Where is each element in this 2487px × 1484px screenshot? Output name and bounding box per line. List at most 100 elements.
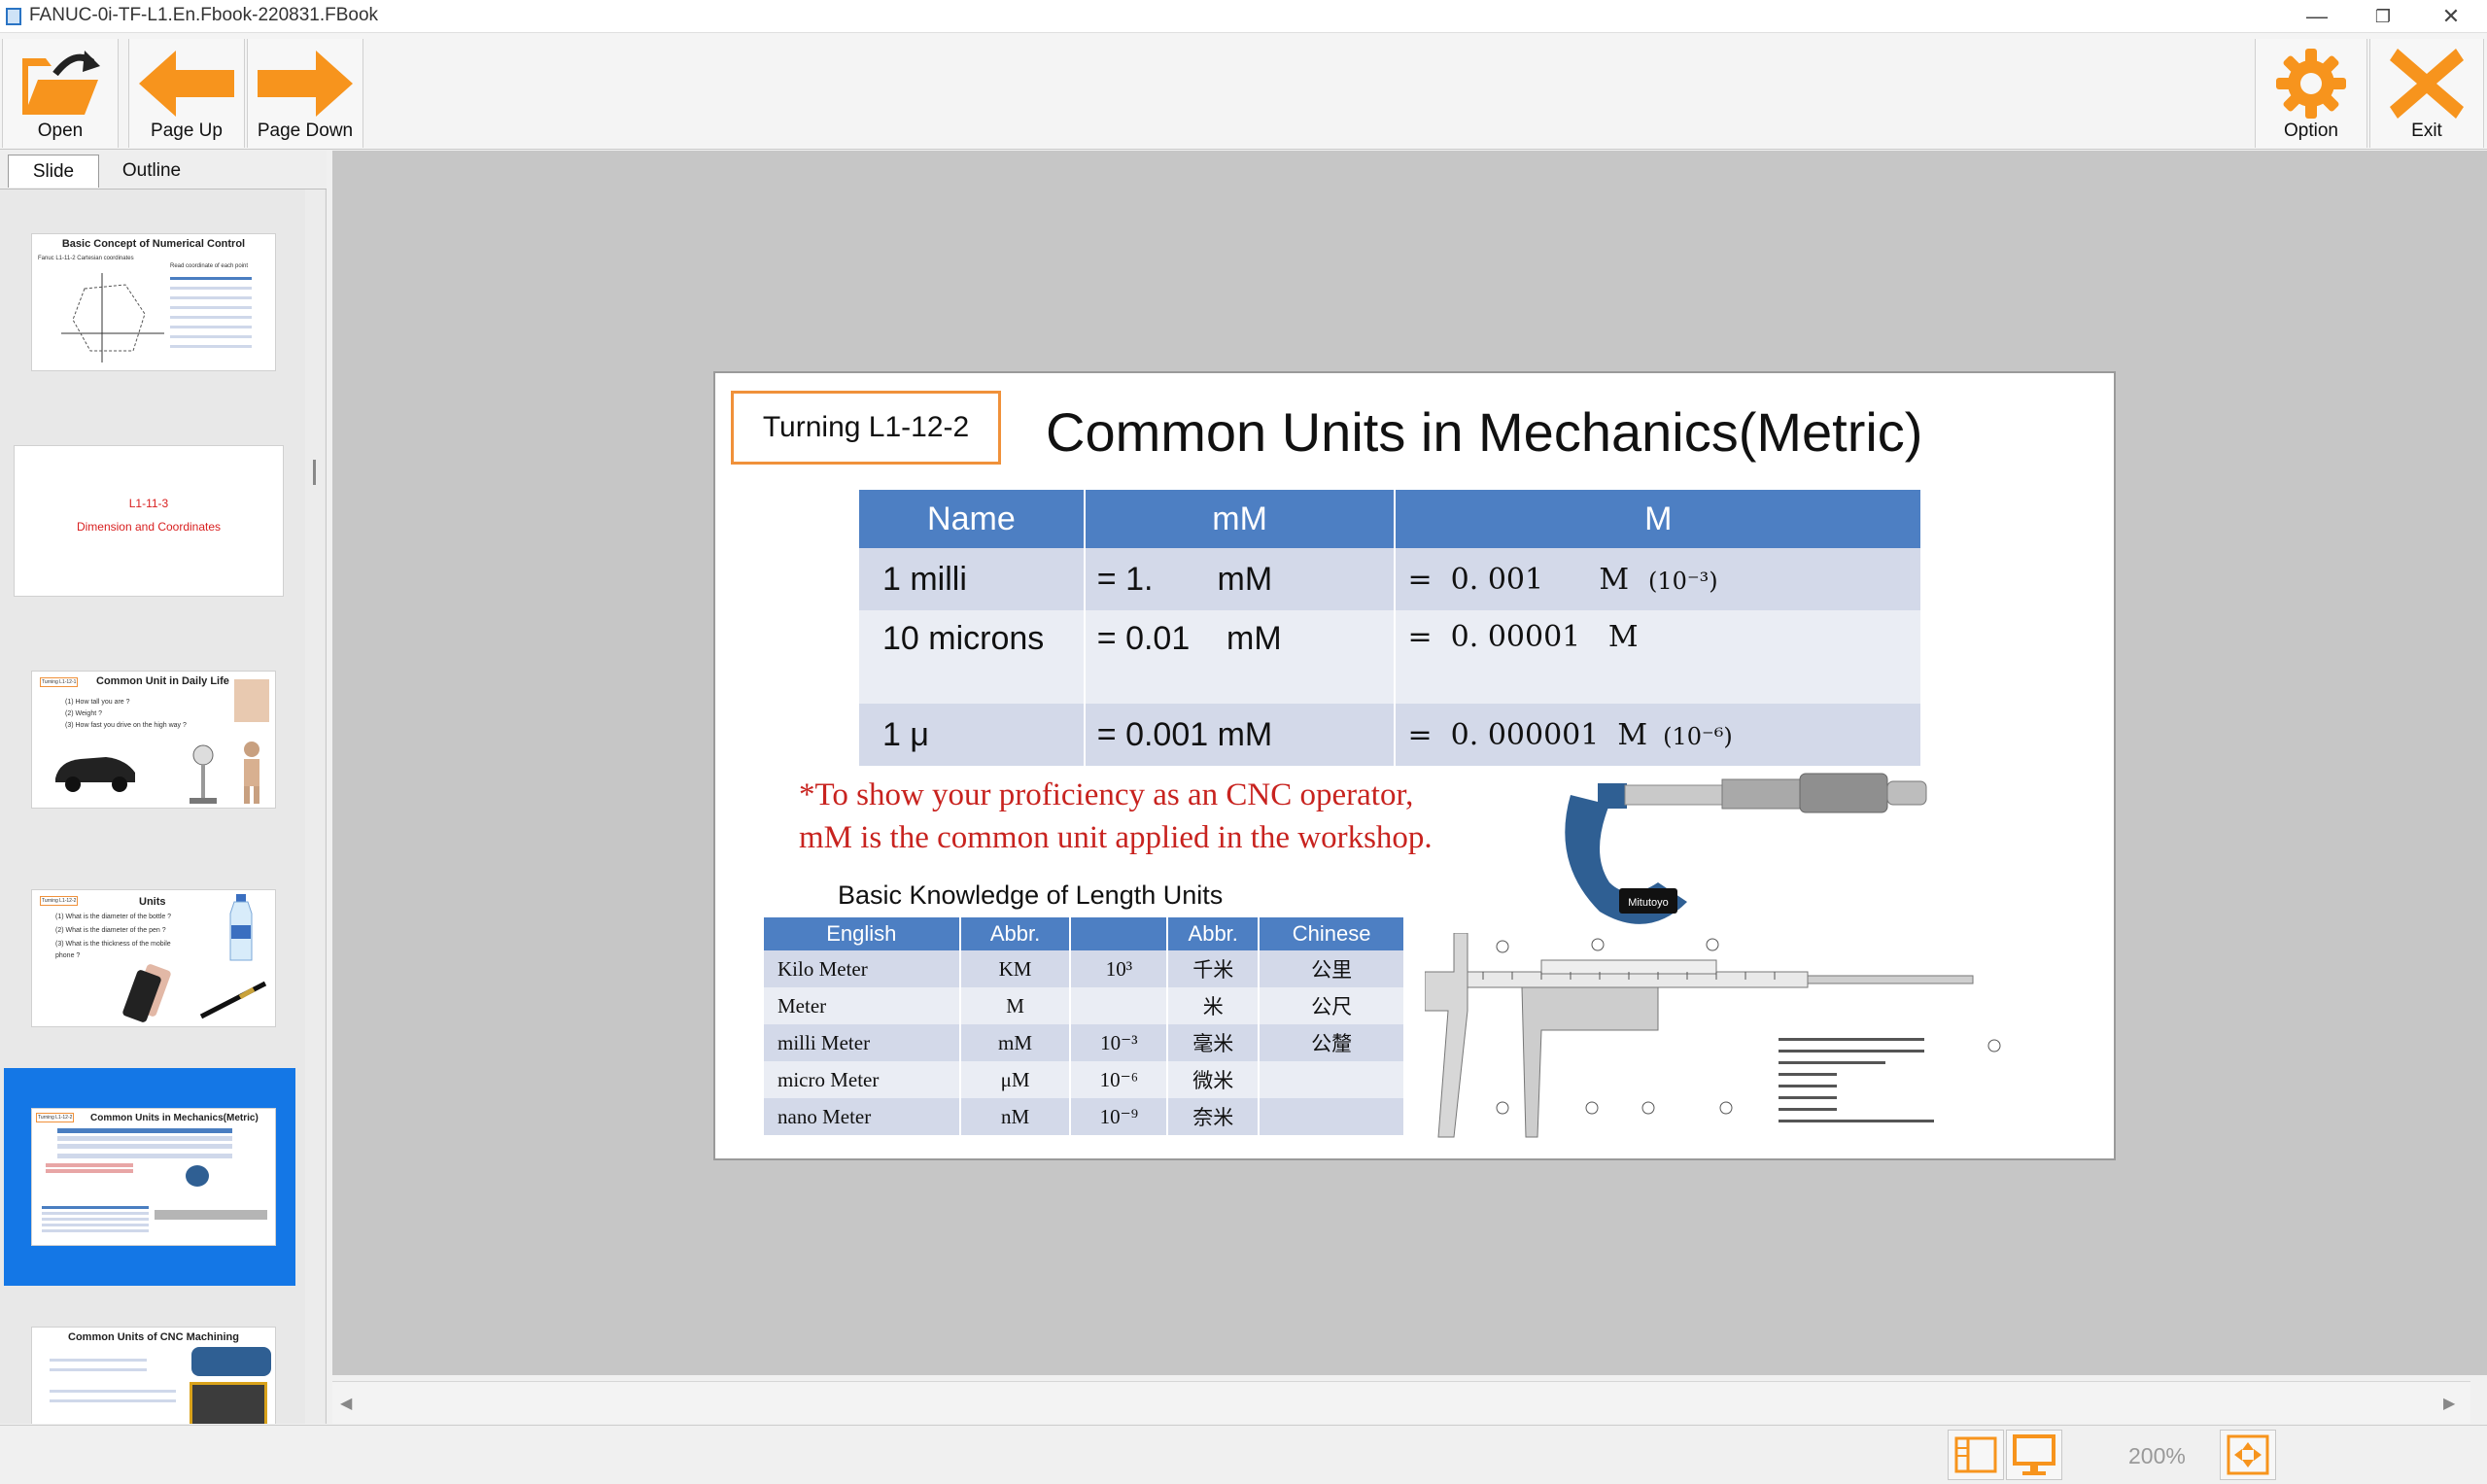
cell-exponent: (10⁻⁶) xyxy=(1663,722,1733,750)
thumb-title: Units xyxy=(139,896,166,908)
vernier-caliper-image xyxy=(1425,933,2001,1138)
page-up-label: Page Up xyxy=(151,121,223,141)
thumb-table-row xyxy=(170,335,252,338)
panel-tabs: Slide Outline xyxy=(0,151,327,190)
cell-abbr-chinese: 千米 xyxy=(1167,950,1261,987)
page-up-button[interactable]: Page Up xyxy=(128,39,245,148)
table-row: Meter M 米 公尺 xyxy=(764,987,1405,1024)
app-icon xyxy=(6,8,21,25)
page-down-button[interactable]: Page Down xyxy=(247,39,363,148)
scale-image xyxy=(190,744,217,804)
header-name: Name xyxy=(859,490,1086,548)
thumb-item: (2) Weight ? xyxy=(65,710,102,717)
thumbnail-slide-1[interactable]: Basic Concept of Numerical Control Fanuc… xyxy=(31,233,276,371)
thumbnail-slide-4[interactable]: Turning L1-12-2 Units (1) What is the di… xyxy=(31,889,276,1027)
thumb-micrometer xyxy=(186,1165,209,1187)
exit-button[interactable]: Exit xyxy=(2369,39,2484,148)
page-down-label: Page Down xyxy=(257,121,354,141)
thumb-table-header xyxy=(170,277,252,280)
length-units-table: English Abbr. Abbr. Chinese Kilo Meter K… xyxy=(764,917,1405,1135)
slide-panel: Slide Outline Basic Concept of Numerical… xyxy=(0,151,327,1424)
option-button[interactable]: Option xyxy=(2255,39,2367,148)
monitor-icon xyxy=(2013,1434,2055,1475)
cell-m-value: = 0. 00001 M xyxy=(1407,620,1639,654)
fit-to-window-button[interactable] xyxy=(2220,1430,2276,1480)
thumb-line2: Dimension and Coordinates xyxy=(76,520,222,534)
minimize-button[interactable]: — xyxy=(2286,0,2348,33)
car-image xyxy=(55,757,135,792)
thumb-table-row xyxy=(42,1212,149,1215)
thumb-table-row xyxy=(57,1144,232,1149)
cell-chinese xyxy=(1259,1061,1405,1098)
cell-abbr: mM xyxy=(959,1024,1072,1061)
tab-outline[interactable]: Outline xyxy=(101,155,202,188)
cell-abbr: nM xyxy=(959,1098,1072,1135)
pen-image xyxy=(199,981,267,1019)
layout-view-icon xyxy=(1954,1436,1997,1473)
thumb-table-row xyxy=(42,1229,149,1232)
scroll-right-arrow-icon[interactable]: ▶ xyxy=(2443,1394,2455,1413)
presentation-view-button[interactable] xyxy=(2006,1430,2062,1480)
thumbnail-slide-6[interactable]: Common Units of CNC Machining xyxy=(31,1327,276,1424)
thumb-table-header xyxy=(57,1128,232,1133)
viewer-horizontal-scrollbar[interactable]: ◀ ▶ xyxy=(332,1381,2470,1424)
table-row: 1 milli = 1. mM = 0. 001 M (10⁻³) xyxy=(859,548,1922,610)
thumb-table-row xyxy=(57,1154,232,1158)
cell-exponent: 10⁻³ xyxy=(1070,1024,1169,1061)
cell-exponent: 10⁻⁶ xyxy=(1070,1061,1169,1098)
arrow-left-icon xyxy=(139,51,234,117)
thumb-table-row xyxy=(170,287,252,290)
thumb-text-line xyxy=(50,1359,147,1362)
scroll-left-arrow-icon[interactable]: ◀ xyxy=(340,1394,352,1413)
maximize-button[interactable]: ❐ xyxy=(2352,0,2414,33)
cell-english: Meter xyxy=(764,987,961,1024)
header-m: M xyxy=(1395,490,1922,548)
gear-icon xyxy=(2276,49,2346,119)
cell-m-value: = 0. 000001 M xyxy=(1407,717,1648,752)
cell-name: 1 milli xyxy=(859,548,1086,610)
cell-abbr: μM xyxy=(959,1061,1072,1098)
zoom-level: 200% xyxy=(2128,1443,2186,1468)
thumb-item: (1) How tall you are ? xyxy=(65,699,130,706)
normal-view-button[interactable] xyxy=(1948,1430,2004,1480)
cell-name: 1 μ xyxy=(859,704,1086,766)
thumb-table-row xyxy=(170,326,252,328)
scrollbar-thumb[interactable] xyxy=(313,460,316,485)
water-bottle-image xyxy=(229,894,253,961)
thumb-title: Common Units in Mechanics(Metric) xyxy=(90,1113,259,1123)
cell-mm: = 0.001 mM xyxy=(1084,704,1397,766)
cell-chinese xyxy=(1259,1098,1405,1135)
thumb-item: (2) What is the diameter of the pen ? xyxy=(55,927,166,934)
open-button[interactable]: Open xyxy=(2,39,119,148)
thumb-screen xyxy=(190,1382,267,1424)
header-abbr-chinese: Abbr. xyxy=(1167,917,1261,950)
cell-m-value: = 0. 001 M xyxy=(1407,562,1630,597)
panel-scrollbar[interactable] xyxy=(305,190,325,1424)
metric-units-table: Name mM M 1 milli = 1. mM = 0. 001 M (10⁻… xyxy=(859,490,1922,766)
tab-slide[interactable]: Slide xyxy=(8,155,99,188)
thumbnail-slide-3[interactable]: Turning L1-12-1 Common Unit in Daily Lif… xyxy=(31,671,276,809)
proficiency-note: *To show your proficiency as an CNC oper… xyxy=(799,774,1433,859)
cell-exponent: 10³ xyxy=(1070,950,1169,987)
thumb-table-row xyxy=(170,345,252,348)
close-button[interactable]: ✕ xyxy=(2420,0,2482,33)
thumb-tag: Turning L1-12-2 xyxy=(36,1113,75,1122)
cell-exponent: 10⁻⁹ xyxy=(1070,1098,1169,1135)
cell-m: = 0. 000001 M (10⁻⁶) xyxy=(1395,704,1922,766)
thumb-title: Common Units of CNC Machining xyxy=(68,1331,239,1343)
thumb-table-row xyxy=(170,306,252,309)
cell-exponent xyxy=(1070,987,1169,1024)
cell-m: = 0. 001 M (10⁻³) xyxy=(1395,548,1922,610)
table-header-row: English Abbr. Abbr. Chinese xyxy=(764,917,1405,950)
thumb-caliper xyxy=(155,1210,267,1220)
cell-abbr: M xyxy=(959,987,1072,1024)
cell-abbr-chinese: 米 xyxy=(1167,987,1261,1024)
thumbnail-slide-2[interactable]: L1-11-3 Dimension and Coordinates xyxy=(14,445,284,597)
table-row: Kilo Meter KM 10³ 千米 公里 xyxy=(764,950,1405,987)
thumb-item: (3) How fast you drive on the high way ? xyxy=(65,722,187,729)
cell-english: micro Meter xyxy=(764,1061,961,1098)
thumb-item: phone ? xyxy=(55,952,81,959)
thumb-title: Common Unit in Daily Life xyxy=(96,675,229,687)
thumbnail-slide-5[interactable]: Turning L1-12-2 Common Units in Mechanic… xyxy=(31,1108,276,1246)
thumb-table-row xyxy=(42,1218,149,1221)
